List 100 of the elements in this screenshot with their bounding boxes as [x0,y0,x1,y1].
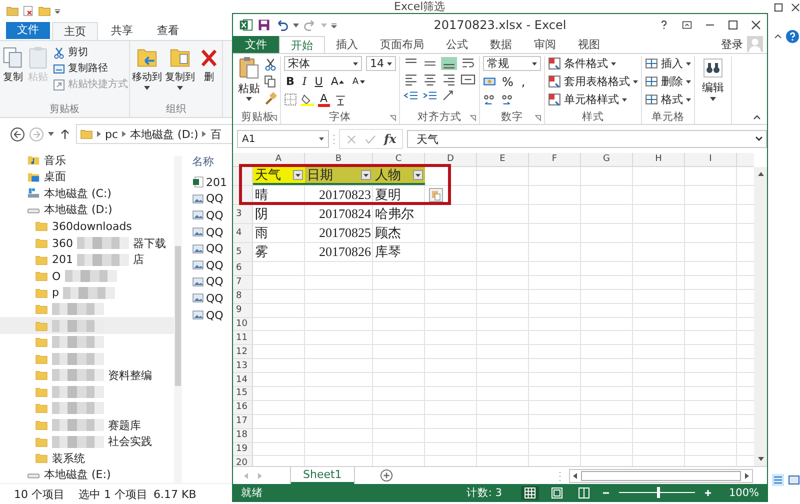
breadcrumb[interactable]: 本地磁盘 (D:) [130,126,198,142]
table-header-cell[interactable]: 人物 [373,167,425,185]
folder-item[interactable]: p [0,284,174,301]
thumbnail-view-icon[interactable] [788,474,800,486]
dialog-launcher-icon[interactable] [470,115,476,121]
folder-item[interactable]: 资料整编 [0,367,174,384]
maximize-icon[interactable] [728,20,738,30]
row-header[interactable]: 18 [233,428,253,442]
ribbon-tab[interactable]: 文件 [233,36,279,53]
increase-decimal-icon[interactable] [483,93,496,106]
file-item[interactable]: QQ [192,207,232,224]
file-item[interactable]: QQ [192,290,232,307]
font-size-field[interactable]: 14 [366,56,396,71]
align-merge-icon[interactable] [460,73,476,86]
format-button[interactable]: I [300,74,309,88]
row-header[interactable]: 19 [233,442,253,456]
align-bottom-icon[interactable] [441,57,457,70]
ribbon-tab[interactable]: 共享 [100,22,144,40]
collapse-ribbon-icon[interactable] [753,114,761,120]
formula-field[interactable]: 天气 [407,130,767,148]
row-header[interactable]: 20 [233,456,253,466]
style-menu-button[interactable]: 套用表格格式 [548,74,638,89]
paste-button[interactable]: 粘贴 [238,56,260,110]
save-icon[interactable] [257,18,271,32]
file-item[interactable]: QQ [192,224,232,240]
close-icon[interactable] [791,3,800,12]
ribbon-button[interactable]: 移动到 [131,44,163,103]
column-header[interactable]: 名称 [192,152,232,172]
properties-icon[interactable] [22,5,35,17]
column-header[interactable]: G [581,153,633,166]
ribbon-tab[interactable]: 主页 [52,22,98,40]
style-menu-button[interactable]: 条件格式 [548,56,638,71]
ribbon-tab[interactable]: 视图 [567,36,611,53]
align-center-icon[interactable] [422,73,438,86]
file-item[interactable]: QQ [192,306,232,324]
up-arrow-icon[interactable] [60,128,70,140]
insert-function-button[interactable]: fx [384,132,396,146]
add-sheet-icon[interactable] [380,469,393,482]
horizontal-scrollbar[interactable] [569,468,753,482]
column-header[interactable]: E [477,153,529,166]
breadcrumb[interactable]: pc [105,128,118,140]
folder-item[interactable]: 装系统 [0,450,174,466]
help-icon[interactable] [786,30,799,42]
file-item[interactable]: QQ [192,256,232,274]
folder-item[interactable]: O [0,268,174,284]
column-header[interactable]: H [633,153,685,166]
help-icon[interactable] [659,20,669,30]
paste-options-icon[interactable] [429,188,443,202]
column-header[interactable]: C [373,153,425,166]
column-header[interactable]: F [529,153,581,166]
format-button[interactable]: A [328,74,346,88]
column-header[interactable]: D [425,153,477,166]
nav-item[interactable]: 本地磁盘 (E:) [0,466,174,483]
ribbon-tab[interactable]: 查看 [146,22,190,40]
decrease-decimal-icon[interactable] [500,93,513,106]
zoom-level[interactable]: 100% [728,486,759,498]
maximize-icon[interactable] [774,3,783,12]
breadcrumb[interactable]: 百 [210,126,222,142]
column-header[interactable]: A [253,153,305,166]
normal-view-icon[interactable] [520,486,539,500]
row-header[interactable]: 11 [233,331,253,344]
folder-item[interactable]: 360 器下载 [0,234,174,252]
filter-dropdown-icon[interactable] [293,170,303,180]
cells-menu-button[interactable]: 插入 [645,56,691,71]
folder-item[interactable]: 360downloads [0,218,174,235]
zoom-slider-thumb[interactable] [657,487,660,498]
row-header[interactable]: 17 [233,414,253,428]
close-icon[interactable] [751,20,761,30]
style-menu-button[interactable]: 单元格样式 [548,92,638,107]
customize-icon[interactable] [331,22,337,28]
back-icon[interactable] [10,126,25,142]
format-button[interactable]: U [312,74,325,88]
ribbon-tab[interactable]: 文件 [6,22,50,39]
filter-dropdown-icon[interactable] [361,170,371,180]
currency-icon[interactable] [483,75,496,88]
dialog-launcher-icon[interactable] [271,115,277,121]
align-wrap-icon[interactable] [460,57,476,70]
row-header[interactable]: 3 [233,205,253,223]
row-header[interactable]: 5 [233,243,253,261]
details-view-icon[interactable] [772,474,784,486]
row-header[interactable]: 12 [233,345,253,358]
number-style-button[interactable]: , [519,74,528,88]
cells-menu-button[interactable]: 删除 [645,74,691,89]
row-header[interactable]: 10 [233,318,253,330]
align-indent-icon[interactable] [422,89,438,102]
scissors-icon[interactable] [264,58,277,71]
phonetic-icon[interactable] [334,93,347,106]
sign-in-link[interactable]: 登录 [721,36,743,53]
address-bar[interactable]: pc 本地磁盘 (D:) 百 [76,124,232,144]
scroll-right-icon[interactable] [743,472,751,480]
caret-icon[interactable] [54,8,61,14]
zoom-in-icon[interactable] [704,488,712,496]
ribbon-button[interactable]: 复制路径 [53,62,128,75]
sheet-tab[interactable]: Sheet1 [291,467,354,484]
column-header[interactable]: B [305,153,373,166]
caret-icon[interactable] [293,22,299,28]
scroll-down-icon[interactable] [756,455,764,463]
row-header[interactable]: 13 [233,359,253,372]
cells-menu-button[interactable]: 格式 [645,92,691,107]
dialog-launcher-icon[interactable] [390,115,396,121]
